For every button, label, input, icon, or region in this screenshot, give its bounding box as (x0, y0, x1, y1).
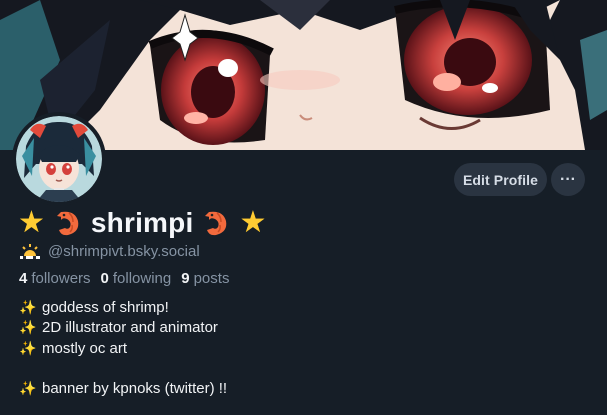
following-count: 0 (100, 269, 109, 287)
handle-text[interactable]: @shrimpivt.bsky.social (48, 243, 200, 260)
bio-spacer (20, 359, 580, 379)
bio-line: ✨ goddess of shrimp! (19, 297, 580, 318)
sparkles-icon: ✨ (19, 380, 37, 397)
bio-text: mostly oc art (42, 339, 128, 357)
posts-count: 9 (181, 269, 190, 287)
bio-line: ✨ banner by kpnoks (twitter) !! (19, 379, 580, 400)
bio-text: goddess of shrimp! (42, 298, 169, 316)
sparkles-icon: ✨ (19, 319, 37, 336)
sparkles-icon: ✨ (19, 339, 37, 356)
handle-row: @shrimpivt.bsky.social (20, 241, 200, 261)
followers-stat[interactable]: 4 followers (19, 270, 91, 287)
sunrise-icon (20, 244, 40, 259)
following-label: following (112, 269, 172, 287)
shrimp-icon (205, 211, 227, 236)
profile-page: Edit Profile ··· ★ shrimpi ★ @shrimpivt.… (0, 0, 607, 415)
bio-line: ✨ 2D illustrator and animator (19, 318, 580, 339)
avatar[interactable] (12, 112, 106, 206)
bio-text: banner by kpnoks (twitter) !! (42, 380, 228, 398)
stats-row: 4 followers 0 following 9 posts (19, 268, 235, 288)
shrimp-icon (56, 211, 79, 236)
display-name-row: ★ shrimpi ★ (18, 202, 266, 244)
star-icon: ★ (18, 206, 45, 239)
bio-text: 2D illustrator and animator (42, 319, 218, 337)
avatar-image (16, 116, 102, 202)
posts-label: posts (193, 269, 230, 287)
edit-profile-button[interactable]: Edit Profile (454, 163, 547, 196)
sparkles-icon: ✨ (19, 298, 37, 315)
followers-label: followers (31, 269, 91, 287)
more-options-button[interactable]: ··· (551, 163, 585, 196)
followers-count: 4 (19, 269, 28, 287)
following-stat[interactable]: 0 following (101, 270, 172, 287)
star-icon: ★ (239, 206, 267, 239)
display-name: shrimpi (90, 207, 194, 238)
posts-stat: 9 posts (181, 270, 229, 287)
bio-line: ✨ mostly oc art (19, 338, 580, 359)
profile-bio: ✨ goddess of shrimp! ✨ 2D illustrator an… (19, 297, 580, 400)
more-options-icon: ··· (560, 170, 576, 188)
